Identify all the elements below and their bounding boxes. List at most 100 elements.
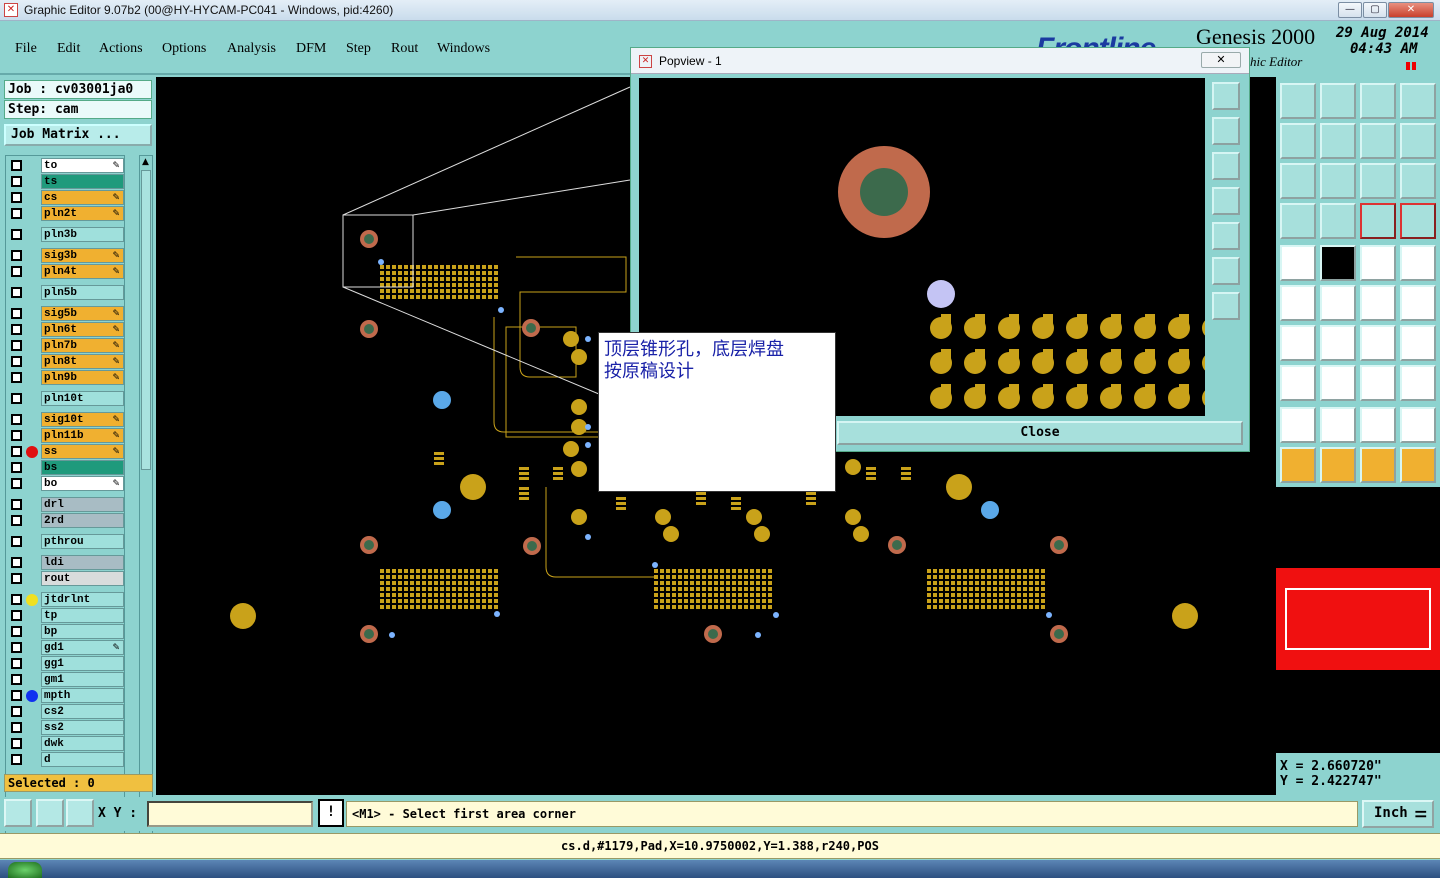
bottom-view-icon[interactable] (1320, 83, 1356, 119)
snap-tools-icon[interactable] (1400, 325, 1436, 361)
circle-icon[interactable] (1400, 245, 1436, 281)
maximize-button[interactable]: ▢ (1363, 2, 1387, 18)
layer-checkbox[interactable] (11, 610, 22, 621)
grid-icon[interactable] (66, 799, 94, 827)
layer-compare-icon[interactable] (1360, 203, 1396, 239)
pointer-icon[interactable] (1280, 447, 1316, 483)
layer-row-cs2[interactable]: cs2 (6, 704, 126, 719)
layer-checkbox[interactable] (11, 674, 22, 685)
layer-row-pln10t[interactable]: pln10t (6, 391, 126, 406)
layer-name[interactable]: ss2 (41, 720, 124, 735)
xy-input[interactable] (147, 801, 313, 827)
layer-checkbox[interactable] (11, 594, 22, 605)
resize-icon[interactable] (1360, 365, 1396, 401)
layer-name[interactable]: drl (41, 497, 124, 512)
layer-checkbox[interactable] (11, 287, 22, 298)
layer-row-d[interactable]: d (6, 752, 126, 767)
layer-name[interactable]: cs2 (41, 704, 124, 719)
scroll-up-icon[interactable]: ▲ (142, 157, 149, 167)
layer-checkbox[interactable] (11, 536, 22, 547)
layer-name[interactable]: pln6t ✎ (41, 322, 124, 337)
layer-name[interactable]: ss ✎ (41, 444, 124, 459)
layer-name[interactable]: mpth (41, 688, 124, 703)
delete-icon[interactable] (1320, 285, 1356, 321)
popview-pan-right-button[interactable] (1212, 222, 1240, 250)
layer-checkbox[interactable] (11, 690, 22, 701)
snap-icon[interactable] (1280, 203, 1316, 239)
home-icon[interactable] (1360, 83, 1396, 119)
popview-pan-up-button[interactable] (1212, 117, 1240, 145)
arc-icon[interactable] (1320, 407, 1356, 443)
layer-checkbox[interactable] (11, 393, 22, 404)
layer-checkbox[interactable] (11, 176, 22, 187)
layer-checkbox[interactable] (11, 557, 22, 568)
pad-select-icon[interactable] (1280, 245, 1316, 281)
menu-dfm[interactable]: DFM (296, 41, 326, 57)
polygon-icon[interactable] (1280, 407, 1316, 443)
layer-checkbox[interactable] (11, 266, 22, 277)
layer-row-ss2[interactable]: ss2 (6, 720, 126, 735)
layer-checkbox[interactable] (11, 372, 22, 383)
surface-icon[interactable] (1400, 407, 1436, 443)
line-draw-icon[interactable] (1320, 245, 1356, 281)
layer-name[interactable]: pln11b ✎ (41, 428, 124, 443)
layer-checkbox[interactable] (11, 706, 22, 717)
layer-name[interactable]: sig5b ✎ (41, 306, 124, 321)
layer-row-pln11b[interactable]: pln11b ✎ (6, 428, 126, 443)
layer-checkbox[interactable] (11, 446, 22, 457)
fit-view-icon[interactable] (1280, 163, 1316, 199)
layer-row-pln9b[interactable]: pln9b ✎ (6, 370, 126, 385)
layer-name[interactable]: pln4t ✎ (41, 264, 124, 279)
layer-checkbox[interactable] (11, 414, 22, 425)
layer-row-pln4t[interactable]: pln4t ✎ (6, 264, 126, 279)
layer-checkbox[interactable] (11, 250, 22, 261)
line-add-icon[interactable] (1320, 365, 1356, 401)
layer-checkbox[interactable] (11, 478, 22, 489)
connect-icon[interactable] (1280, 285, 1316, 321)
popview-pan-left-button[interactable] (1212, 187, 1240, 215)
layer-checkbox[interactable] (11, 626, 22, 637)
menu-options[interactable]: Options (162, 41, 206, 57)
layer-name[interactable]: pln8t ✎ (41, 354, 124, 369)
layer-checkbox[interactable] (11, 430, 22, 441)
layer-checkbox[interactable] (11, 738, 22, 749)
group-icon[interactable] (1400, 365, 1436, 401)
select-touch-icon[interactable] (1360, 447, 1396, 483)
help-icon[interactable] (1400, 163, 1436, 199)
menu-file[interactable]: File (15, 41, 37, 57)
popview-pan-down-button[interactable] (1212, 152, 1240, 180)
layer-name[interactable]: ts (41, 174, 124, 189)
grid-toggle-icon[interactable] (1320, 203, 1356, 239)
layer-name[interactable]: cs ✎ (41, 190, 124, 205)
layer-row-pthrou[interactable]: pthrou (6, 534, 126, 549)
layer-checkbox[interactable] (11, 573, 22, 584)
layer-row-rout[interactable]: rout (6, 571, 126, 586)
scale-1-2-icon[interactable] (1360, 163, 1396, 199)
layer-name[interactable]: tp (41, 608, 124, 623)
layer-name[interactable]: gg1 (41, 656, 124, 671)
layer-name[interactable]: pln10t (41, 391, 124, 406)
layer-checkbox[interactable] (11, 722, 22, 733)
menu-actions[interactable]: Actions (99, 41, 143, 57)
layer-row-2rd[interactable]: 2rd (6, 513, 126, 528)
layer-name[interactable]: sig10t ✎ (41, 412, 124, 427)
layer-row-sig10t[interactable]: sig10t ✎ (6, 412, 126, 427)
layer-row-ss[interactable]: ss ✎ (6, 444, 126, 459)
layer-filter-icon[interactable] (1400, 203, 1436, 239)
layer-row-tp[interactable]: tp (6, 608, 126, 623)
layer-row-pln6t[interactable]: pln6t ✎ (6, 322, 126, 337)
layer-row-cs[interactable]: cs ✎ (6, 190, 126, 205)
layer-row-pln5b[interactable]: pln5b (6, 285, 126, 300)
popview-zoom-home-button[interactable] (1212, 82, 1240, 110)
layer-checkbox[interactable] (11, 308, 22, 319)
layer-name[interactable]: pln3b (41, 227, 124, 242)
layer-checkbox[interactable] (11, 499, 22, 510)
flip-icon[interactable] (1400, 123, 1436, 159)
close-window-button[interactable]: ✕ (1388, 2, 1434, 18)
move-icon[interactable] (1360, 285, 1396, 321)
layer-name[interactable]: to ✎ (41, 158, 124, 173)
ruler-icon[interactable] (1360, 245, 1396, 281)
layer-name[interactable]: dwk (41, 736, 124, 751)
overview-map[interactable] (1276, 487, 1440, 753)
pan-right-icon[interactable] (1320, 123, 1356, 159)
